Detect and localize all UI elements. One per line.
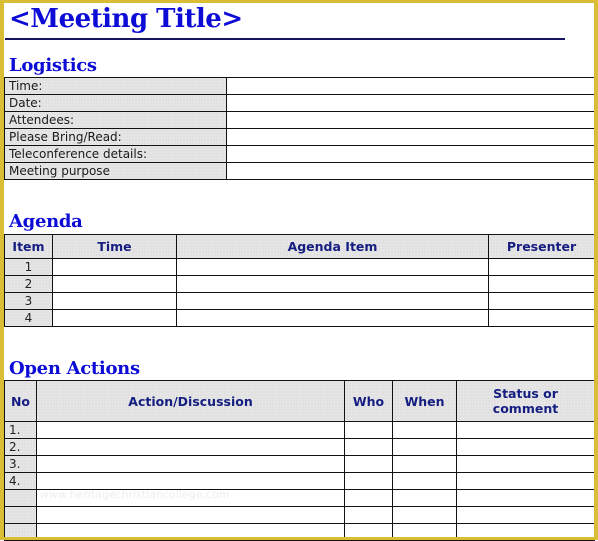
open-actions-row: 2. [4,438,595,456]
when-field[interactable] [392,455,457,473]
agenda-time-field[interactable] [52,258,177,276]
when-field[interactable] [392,506,457,524]
action-field[interactable] [36,455,345,473]
status-field[interactable] [456,506,595,524]
agenda-presenter-field[interactable] [488,258,595,276]
action-number [4,506,37,524]
when-field[interactable] [392,438,457,456]
logistics-value-field[interactable] [226,77,595,95]
agenda-item-field[interactable] [176,258,489,276]
agenda-header-row: Item Time Agenda Item Presenter [4,234,595,259]
action-number: 1. [4,421,37,439]
action-number [4,523,37,541]
when-field[interactable] [392,489,457,507]
agenda-item-field[interactable] [176,309,489,327]
logistics-value-field[interactable] [226,128,595,146]
logistics-value-field[interactable] [226,94,595,112]
open-actions-row [4,489,595,507]
agenda-row: 4 [4,309,595,327]
action-number: 2. [4,438,37,456]
agenda-time-field[interactable] [52,275,177,293]
status-field[interactable] [456,438,595,456]
logistics-row: Please Bring/Read: [4,128,595,146]
logistics-value-field[interactable] [226,145,595,163]
open-actions-col-action: Action/Discussion [36,380,345,422]
agenda-table: Item Time Agenda Item Presenter 1 2 3 4 [4,234,595,327]
logistics-label: Attendees: [4,111,227,129]
open-actions-col-when: When [392,380,457,422]
agenda-heading: Agenda [9,211,83,232]
who-field[interactable] [344,438,393,456]
open-actions-col-status: Status or comment [456,380,595,422]
agenda-col-agenda-item: Agenda Item [176,234,489,259]
logistics-label: Teleconference details: [4,145,227,163]
who-field[interactable] [344,421,393,439]
agenda-item-number: 3 [4,292,53,310]
status-field[interactable] [456,455,595,473]
open-actions-row [4,523,595,541]
when-field[interactable] [392,523,457,541]
who-field[interactable] [344,523,393,541]
logistics-heading: Logistics [9,55,97,76]
agenda-presenter-field[interactable] [488,292,595,310]
agenda-item-field[interactable] [176,275,489,293]
logistics-label: Date: [4,94,227,112]
action-field[interactable] [36,523,345,541]
agenda-item-field[interactable] [176,292,489,310]
logistics-row: Date: [4,94,595,112]
agenda-col-presenter: Presenter [488,234,595,259]
logistics-label: Time: [4,77,227,95]
open-actions-row: 1. [4,421,595,439]
action-field[interactable] [36,489,345,507]
logistics-label: Please Bring/Read: [4,128,227,146]
who-field[interactable] [344,506,393,524]
agenda-item-number: 4 [4,309,53,327]
action-number [4,489,37,507]
action-number: 3. [4,455,37,473]
open-actions-heading: Open Actions [9,358,140,379]
agenda-item-number: 1 [4,258,53,276]
status-field[interactable] [456,472,595,490]
who-field[interactable] [344,472,393,490]
action-field[interactable] [36,421,345,439]
action-number: 4. [4,472,37,490]
open-actions-row: 4. [4,472,595,490]
status-field[interactable] [456,421,595,439]
logistics-value-field[interactable] [226,162,595,180]
agenda-row: 2 [4,275,595,293]
open-actions-table: No Action/Discussion Who When Status or … [4,380,595,541]
status-field[interactable] [456,489,595,507]
open-actions-row [4,506,595,524]
logistics-table: Time: Date: Attendees: Please Bring/Read… [4,77,595,180]
agenda-presenter-field[interactable] [488,275,595,293]
logistics-row: Time: [4,77,595,95]
open-actions-header-row: No Action/Discussion Who When Status or … [4,380,595,422]
who-field[interactable] [344,455,393,473]
who-field[interactable] [344,489,393,507]
action-field[interactable] [36,438,345,456]
logistics-row: Meeting purpose [4,162,595,180]
logistics-value-field[interactable] [226,111,595,129]
agenda-time-field[interactable] [52,309,177,327]
agenda-col-item: Item [4,234,53,259]
title-underline [5,38,565,40]
agenda-item-number: 2 [4,275,53,293]
open-actions-col-who: Who [344,380,393,422]
agenda-presenter-field[interactable] [488,309,595,327]
open-actions-col-no: No [4,380,37,422]
open-actions-row: 3. [4,455,595,473]
agenda-col-time: Time [52,234,177,259]
action-field[interactable] [36,472,345,490]
when-field[interactable] [392,472,457,490]
agenda-time-field[interactable] [52,292,177,310]
agenda-row: 1 [4,258,595,276]
logistics-label: Meeting purpose [4,162,227,180]
agenda-row: 3 [4,292,595,310]
status-field[interactable] [456,523,595,541]
when-field[interactable] [392,421,457,439]
logistics-row: Attendees: [4,111,595,129]
meeting-title[interactable]: <Meeting Title> [9,4,243,34]
logistics-row: Teleconference details: [4,145,595,163]
action-field[interactable] [36,506,345,524]
